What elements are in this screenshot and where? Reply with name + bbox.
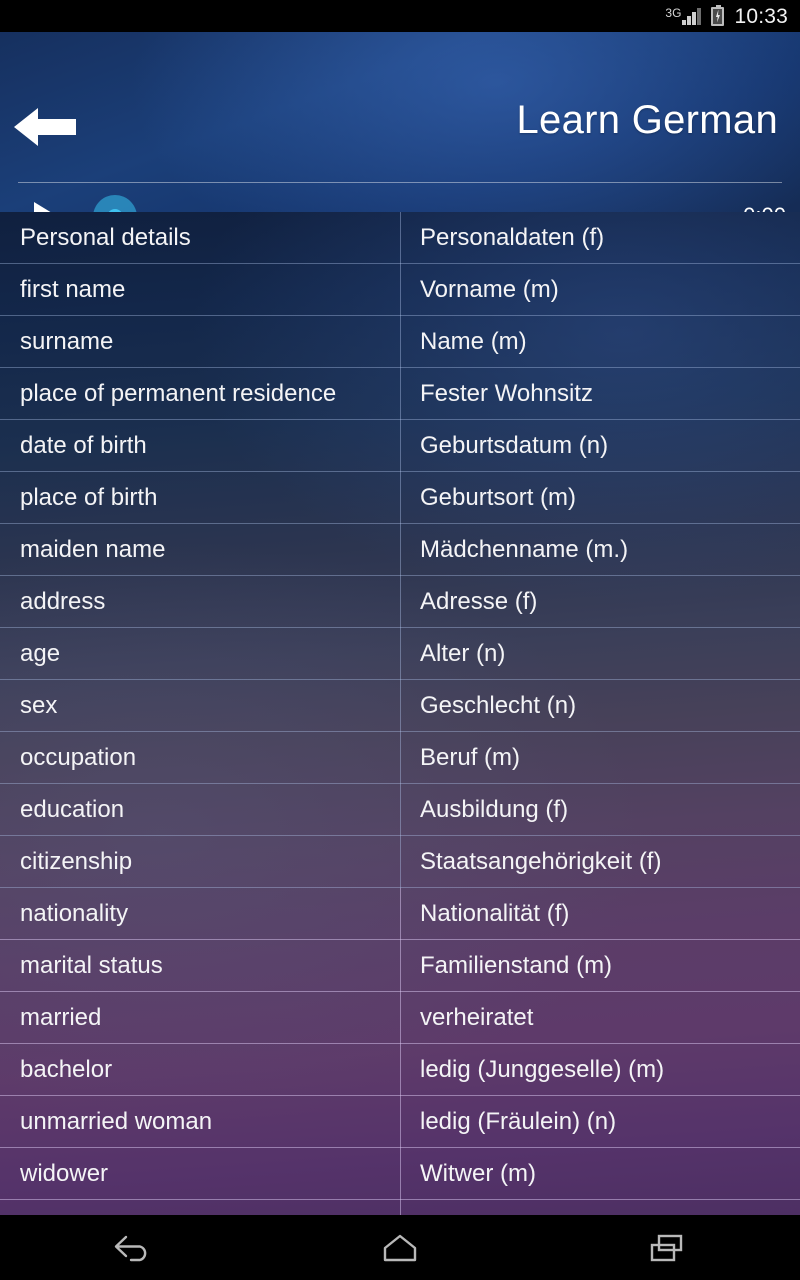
vocab-term-german: ledig (Fräulein) (n)	[420, 1107, 617, 1135]
vocab-term-english: occupation	[20, 743, 137, 771]
nav-back-icon[interactable]	[73, 1215, 193, 1280]
vocab-term-german: Ausbildung (f)	[420, 795, 569, 823]
table-row[interactable]: surname Name (m)	[0, 316, 800, 368]
vocab-term-german: Adresse (f)	[420, 587, 538, 615]
table-row[interactable]: occupation Beruf (m)	[0, 732, 800, 784]
column-divider	[400, 784, 401, 836]
vocab-term-english: widower	[20, 1159, 109, 1187]
nav-recents-icon[interactable]	[607, 1215, 727, 1280]
table-row[interactable]: sex Geschlecht (n)	[0, 680, 800, 732]
audio-player-bar: 0:00	[0, 188, 800, 212]
vocab-term-german: Geschlecht (n)	[420, 691, 577, 719]
column-divider	[400, 1148, 401, 1200]
seek-thumb[interactable]	[93, 195, 137, 212]
network-status: 3G	[665, 7, 702, 26]
signal-bars-icon	[682, 7, 702, 25]
table-row[interactable]: date of birth Geburtsdatum (n)	[0, 420, 800, 472]
player-divider	[18, 182, 782, 183]
table-row[interactable]: first name Vorname (m)	[0, 264, 800, 316]
vocab-term-english: maiden name	[20, 535, 166, 563]
table-row[interactable]: nationality Nationalität (f)	[0, 888, 800, 940]
player-elapsed-time: 0:00	[743, 202, 786, 212]
vocab-term-german: Fester Wohnsitz	[420, 379, 593, 407]
column-divider	[400, 524, 401, 576]
vocab-term-german: Name (m)	[420, 327, 527, 355]
battery-charging-icon	[711, 4, 725, 26]
play-icon[interactable]	[30, 201, 60, 212]
network-type-label: 3G	[665, 5, 682, 20]
vocab-term-english: date of birth	[20, 431, 147, 459]
table-row[interactable]: marital status Familienstand (m)	[0, 940, 800, 992]
vocab-term-german: Vorname (m)	[420, 275, 559, 303]
column-divider	[400, 836, 401, 888]
column-divider	[400, 1044, 401, 1096]
vocab-term-english: age	[20, 639, 61, 667]
vocab-term-english: married	[20, 1003, 102, 1031]
column-divider	[400, 732, 401, 784]
table-row[interactable]: place of permanent residence Fester Wohns…	[0, 368, 800, 420]
table-row[interactable]: Personal details Personaldaten (f)	[0, 212, 800, 264]
table-row[interactable]: age Alter (n)	[0, 628, 800, 680]
vocab-term-english: place of birth	[20, 483, 158, 511]
column-divider	[400, 940, 401, 992]
vocab-term-english: surname	[20, 327, 114, 355]
vocab-term-german: Familienstand (m)	[420, 951, 613, 979]
column-divider	[400, 1200, 401, 1215]
vocab-term-german: Beruf (m)	[420, 743, 521, 771]
vocab-term-german: Witwer (m)	[420, 1159, 536, 1187]
status-bar: 3G 10:33	[0, 0, 800, 32]
vocab-term-english: first name	[20, 275, 126, 303]
vocab-term-german: ledig (Junggeselle) (m)	[420, 1055, 665, 1083]
vocab-term-german: Staatsangehörigkeit (f)	[420, 847, 662, 875]
vocab-term-english: marital status	[20, 951, 163, 979]
column-divider	[400, 628, 401, 680]
vocab-term-english: place of permanent residence	[20, 379, 337, 407]
table-row[interactable]: address Adresse (f)	[0, 576, 800, 628]
column-divider	[400, 368, 401, 420]
table-row[interactable]: bachelor ledig (Junggeselle) (m)	[0, 1044, 800, 1096]
table-row[interactable]: unmarried woman ledig (Fräulein) (n)	[0, 1096, 800, 1148]
app-header: Learn German 0:00	[0, 32, 800, 212]
table-row[interactable]	[0, 1200, 800, 1215]
vocab-term-english: Personal details	[20, 223, 191, 251]
table-row[interactable]: place of birth Geburtsort (m)	[0, 472, 800, 524]
column-divider	[400, 576, 401, 628]
column-divider	[400, 264, 401, 316]
table-row[interactable]: married verheiratet	[0, 992, 800, 1044]
column-divider	[400, 680, 401, 732]
table-row[interactable]: maiden name Mädchenname (m.)	[0, 524, 800, 576]
column-divider	[400, 1096, 401, 1148]
vocab-term-english: unmarried woman	[20, 1107, 213, 1135]
device-screen: 3G 10:33 Learn German 0:00	[0, 0, 800, 1280]
vocab-term-german: Nationalität (f)	[420, 899, 570, 927]
vocab-term-english: nationality	[20, 899, 129, 927]
vocab-term-german: Geburtsdatum (n)	[420, 431, 609, 459]
vocab-term-english: education	[20, 795, 125, 823]
back-arrow-icon[interactable]	[8, 90, 82, 164]
column-divider	[400, 472, 401, 524]
status-bar-clock: 10:33	[734, 4, 788, 28]
column-divider	[400, 992, 401, 1044]
vocabulary-list[interactable]: Personal details Personaldaten (f) first n…	[0, 212, 800, 1215]
table-row[interactable]: citizenship Staatsangehörigkeit (f)	[0, 836, 800, 888]
vocab-term-german: Alter (n)	[420, 639, 506, 667]
vocab-term-german: Geburtsort (m)	[420, 483, 577, 511]
page-title: Learn German	[516, 98, 778, 142]
vocab-term-german: Mädchenname (m.)	[420, 535, 629, 563]
table-row[interactable]: education Ausbildung (f)	[0, 784, 800, 836]
vocab-term-english: sex	[20, 691, 58, 719]
nav-home-icon[interactable]	[340, 1215, 460, 1280]
column-divider	[400, 888, 401, 940]
android-nav-bar	[0, 1215, 800, 1280]
column-divider	[400, 212, 401, 264]
vocab-term-german: Personaldaten (f)	[420, 223, 605, 251]
vocab-term-german: verheiratet	[420, 1003, 534, 1031]
column-divider	[400, 420, 401, 472]
column-divider	[400, 316, 401, 368]
table-row[interactable]: widower Witwer (m)	[0, 1148, 800, 1200]
vocab-term-english: citizenship	[20, 847, 133, 875]
vocab-term-english: address	[20, 587, 106, 615]
vocab-term-english: bachelor	[20, 1055, 113, 1083]
